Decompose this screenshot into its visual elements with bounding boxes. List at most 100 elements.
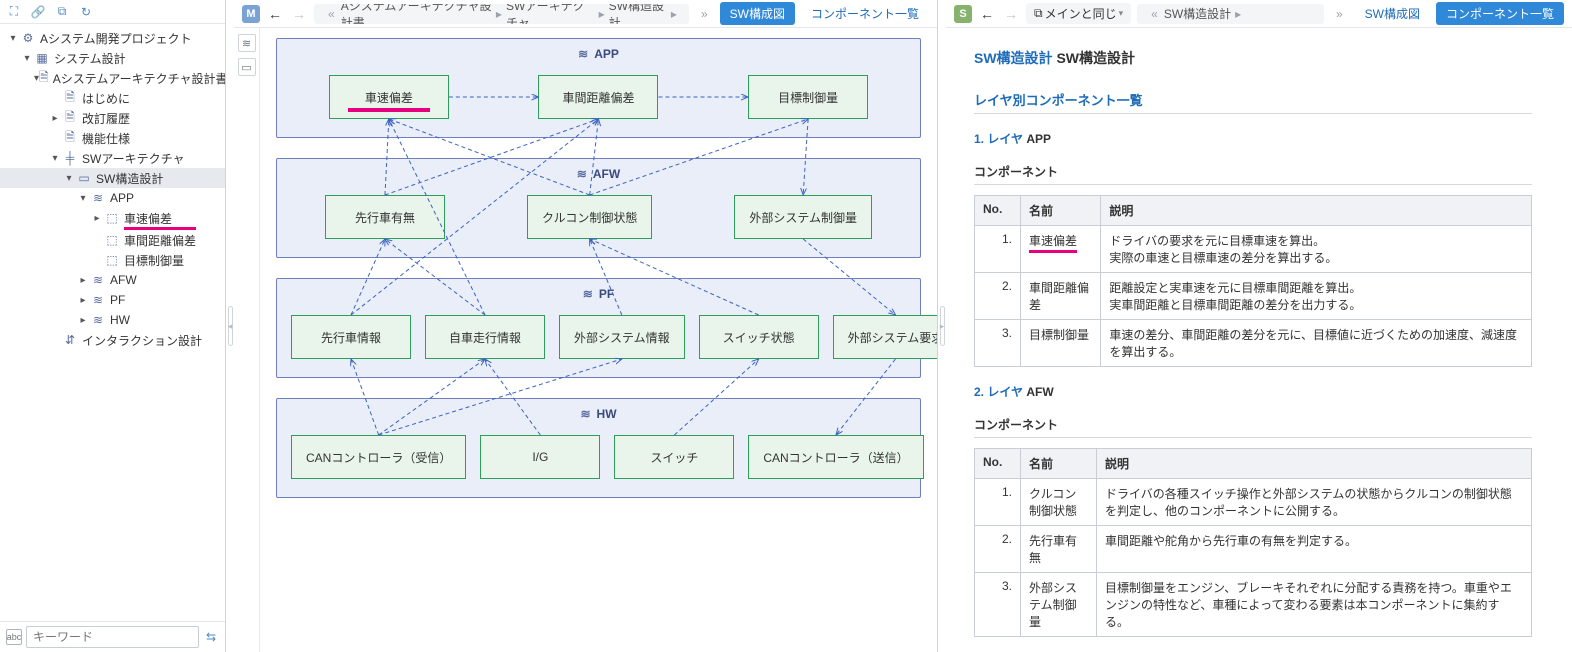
twisty-icon[interactable]: ▾ — [76, 193, 90, 204]
tab-component-list[interactable]: コンポーネント一覧 — [801, 2, 929, 25]
component-label: スイッチ — [650, 449, 698, 466]
component-box[interactable]: スイッチ状態 — [699, 315, 819, 359]
cell-name: 車間距離偏差 — [1021, 273, 1101, 320]
col-no: No. — [975, 449, 1021, 479]
breadcrumb-right[interactable]: « SW構造設計▸ — [1137, 4, 1324, 24]
component-label: 車間距離偏差 — [562, 89, 634, 106]
tree-item[interactable]: ▸≋HW — [0, 310, 225, 330]
doc-section: レイヤ別コンポーネント一覧 — [974, 90, 1532, 114]
splitter-left[interactable]: ◂ — [226, 0, 234, 652]
component-box[interactable]: 自車走行情報 — [425, 315, 545, 359]
cell-no: 1. — [975, 226, 1021, 273]
tree-item[interactable]: ▸🗎改訂履歴 — [0, 108, 225, 128]
view-mode-button[interactable]: ⧉ メインと同じ ▾ — [1026, 3, 1131, 24]
component-box[interactable]: 外部システム情報 — [559, 315, 685, 359]
rail-fit-icon[interactable]: ▭ — [238, 58, 256, 76]
twisty-icon[interactable]: ▸ — [48, 113, 62, 124]
tree-item[interactable]: ▸≋PF — [0, 290, 225, 310]
table-row[interactable]: 2.先行車有無車間距離や舵角から先行車の有無を判定する。 — [975, 526, 1532, 573]
table-row[interactable]: 3.外部システム制御量目標制御量をエンジン、ブレーキそれぞれに分配する責務を持つ… — [975, 573, 1532, 637]
cell-no: 2. — [975, 526, 1021, 573]
tree-item[interactable]: ⬚目標制御量 — [0, 250, 225, 270]
twisty-icon[interactable]: ▸ — [90, 213, 104, 224]
cell-name: 目標制御量 — [1021, 320, 1101, 367]
twisty-icon[interactable]: ▸ — [76, 295, 90, 306]
twisty-icon[interactable]: ▸ — [76, 275, 90, 286]
tree-item[interactable]: ▾≋APP — [0, 188, 225, 208]
filter-icon[interactable]: ⇆ — [203, 629, 219, 645]
component-box[interactable]: スイッチ — [614, 435, 734, 479]
main-pane: M ← → « Aシステムアーキテクチャ設計書▸ SWアーキテクチャ▸ SW構造… — [234, 0, 938, 652]
project-tree[interactable]: ▾⚙Aシステム開発プロジェクト▾▦システム設計▾🗎Aシステムアーキテクチャ設計書… — [0, 24, 225, 621]
nav-back-r[interactable]: ← — [978, 6, 996, 22]
component-box[interactable]: 外部システム要求 — [833, 315, 937, 359]
nav-forward-r[interactable]: → — [1002, 6, 1020, 22]
tab-component-list-r[interactable]: コンポーネント一覧 — [1436, 2, 1564, 25]
tree-label: PF — [110, 293, 125, 307]
table-row[interactable]: 1.車速偏差ドライバの要求を元に目標車速を算出。実際の車速と目標車速の差分を算出… — [975, 226, 1532, 273]
tree-item[interactable]: ▸≋AFW — [0, 270, 225, 290]
layer-PF[interactable]: ≋PF先行車情報自車走行情報外部システム情報スイッチ状態外部システム要求 — [276, 278, 921, 378]
doc-title: SW構造設計 SW構造設計 — [974, 48, 1532, 68]
crumb-overflow[interactable]: » — [695, 7, 714, 21]
component-label: 自車走行情報 — [449, 329, 521, 346]
tab-sw-diagram[interactable]: SW構成図 — [720, 2, 795, 25]
layer-icon: ≋ — [583, 287, 593, 301]
layer-HW[interactable]: ≋HWCANコントローラ（受信）I/GスイッチCANコントローラ（送信） — [276, 398, 921, 498]
link-icon[interactable]: 🔗 — [30, 4, 46, 20]
abc-icon[interactable]: abc — [6, 629, 22, 645]
crumb[interactable]: SWアーキテクチャ — [506, 4, 595, 24]
diagram-canvas[interactable]: ≋APP車速偏差車間距離偏差目標制御量≋AFW先行車有無クルコン制御状態外部シス… — [260, 28, 937, 652]
splitter-right[interactable]: ▸ — [938, 0, 946, 652]
tree-item[interactable]: ▾⚙Aシステム開発プロジェクト — [0, 28, 225, 48]
tree-item[interactable]: ▾🗎Aシステムアーキテクチャ設計書 — [0, 68, 225, 88]
component-label: 車速偏差 — [365, 89, 413, 106]
table-row[interactable]: 1.クルコン制御状態ドライバの各種スイッチ操作と外部システムの状態からクルコンの… — [975, 479, 1532, 526]
tree-item[interactable]: ⬚車間距離偏差 — [0, 230, 225, 250]
app-root: ⛶ 🔗 ⧉ ↻ ▾⚙Aシステム開発プロジェクト▾▦システム設計▾🗎Aシステムアー… — [0, 0, 1572, 652]
twisty-icon[interactable]: ▾ — [48, 153, 62, 164]
layer-APP[interactable]: ≋APP車速偏差車間距離偏差目標制御量 — [276, 38, 921, 138]
tree-item[interactable]: 🗎はじめに — [0, 88, 225, 108]
component-box[interactable]: CANコントローラ（受信） — [291, 435, 466, 479]
twisty-icon[interactable]: ▸ — [76, 315, 90, 326]
table-row[interactable]: 2.車間距離偏差距離設定と実車速を元に目標車間距離を算出。実車間距離と目標車間距… — [975, 273, 1532, 320]
tree-item[interactable]: ▾▦システム設計 — [0, 48, 225, 68]
main-header: M ← → « Aシステムアーキテクチャ設計書▸ SWアーキテクチャ▸ SW構造… — [234, 0, 937, 28]
nav-forward[interactable]: → — [290, 6, 308, 22]
tree-item[interactable]: ▾▭SW構造設計 — [0, 168, 225, 188]
tree-item[interactable]: ⇵インタラクション設計 — [0, 330, 225, 350]
copy-icon[interactable]: ⧉ — [54, 4, 70, 20]
tree-item[interactable]: ▸⬚車速偏差 — [0, 208, 225, 228]
component-box[interactable]: 先行車有無 — [325, 195, 445, 239]
search-input[interactable] — [26, 626, 199, 648]
twisty-icon[interactable]: ▾ — [20, 53, 34, 64]
component-box[interactable]: I/G — [480, 435, 600, 479]
twisty-icon[interactable]: ▾ — [62, 173, 76, 184]
component-box[interactable]: 先行車情報 — [291, 315, 411, 359]
breadcrumb-main[interactable]: « Aシステムアーキテクチャ設計書▸ SWアーキテクチャ▸ SW構造設計▸ — [314, 4, 689, 24]
twisty-icon[interactable]: ▾ — [6, 33, 20, 44]
crumb[interactable]: SW構造設計 — [1164, 5, 1231, 22]
component-box[interactable]: クルコン制御状態 — [527, 195, 652, 239]
component-box[interactable]: 車間距離偏差 — [538, 75, 658, 119]
rail-layers-icon[interactable]: ≋ — [238, 34, 256, 52]
component-label: CANコントローラ（受信） — [306, 449, 451, 466]
tree-item[interactable]: ▾╪SWアーキテクチャ — [0, 148, 225, 168]
crumb-overflow-r[interactable]: » — [1330, 7, 1349, 21]
tree-item[interactable]: 🗎機能仕様 — [0, 128, 225, 148]
component-box[interactable]: CANコントローラ（送信） — [748, 435, 923, 479]
doc-title-link[interactable]: SW構造設計 — [974, 50, 1053, 66]
table-row[interactable]: 3.目標制御量車速の差分、車間距離の差分を元に、目標値に近づくための加速度、減速… — [975, 320, 1532, 367]
cell-name: 先行車有無 — [1021, 526, 1097, 573]
tab-sw-diagram-r[interactable]: SW構成図 — [1355, 2, 1430, 25]
component-box[interactable]: 車速偏差 — [329, 75, 449, 119]
crumb[interactable]: SW構造設計 — [609, 4, 667, 24]
tree-icon[interactable]: ⛶ — [6, 4, 22, 20]
component-box[interactable]: 外部システム制御量 — [734, 195, 872, 239]
refresh-icon[interactable]: ↻ — [78, 4, 94, 20]
component-box[interactable]: 目標制御量 — [748, 75, 868, 119]
crumb[interactable]: Aシステムアーキテクチャ設計書 — [341, 4, 492, 24]
nav-back[interactable]: ← — [266, 6, 284, 22]
layer-AFW[interactable]: ≋AFW先行車有無クルコン制御状態外部システム制御量 — [276, 158, 921, 258]
